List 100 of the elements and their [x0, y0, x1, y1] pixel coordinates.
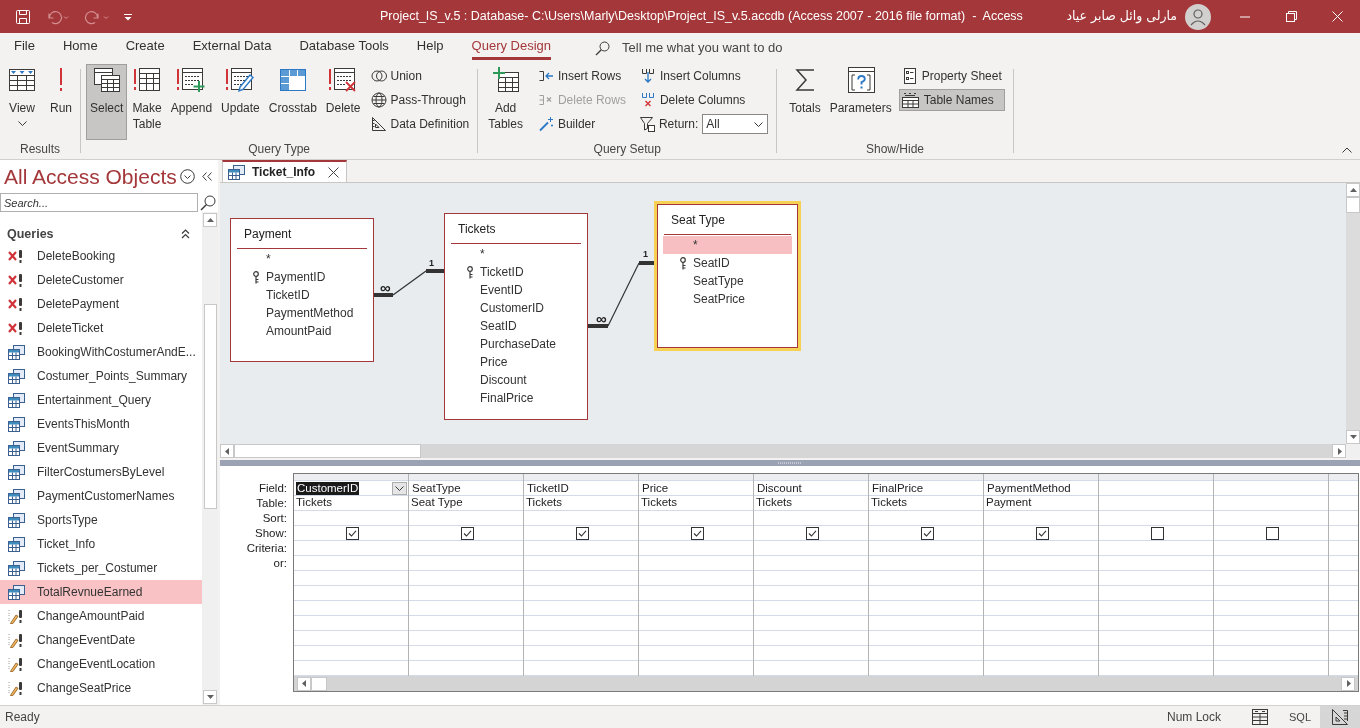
return-dropdown[interactable]: All: [702, 114, 769, 134]
builder-button[interactable]: Builder: [534, 113, 629, 135]
horizontal-scrollbar[interactable]: [294, 676, 1358, 691]
field-row[interactable]: SeatPrice: [663, 290, 792, 308]
search-field[interactable]: Search...: [0, 193, 198, 212]
query-list-item[interactable]: FilterCostumersByLevel: [0, 460, 202, 484]
crosstab-button[interactable]: Crosstab: [264, 64, 321, 140]
checkbox[interactable]: [460, 526, 474, 540]
field-row[interactable]: Discount: [450, 371, 582, 389]
menu-tab[interactable]: Query Design: [457, 33, 566, 63]
pass-through-button[interactable]: Pass-Through: [367, 89, 473, 111]
group-header[interactable]: Queries: [0, 224, 202, 244]
property-sheet-button[interactable]: Property Sheet: [898, 65, 1005, 87]
scrollbar-thumb[interactable]: [311, 676, 327, 691]
data-definition-button[interactable]: Data Definition: [367, 113, 473, 135]
field-row[interactable]: *: [236, 250, 368, 268]
table-box[interactable]: Seat Type * SeatID SeatType SeatPrice: [657, 204, 798, 348]
parameters-button[interactable]: Parameters: [825, 64, 896, 140]
menu-tab[interactable]: Database Tools: [285, 33, 403, 63]
delete-query-button[interactable]: Delete: [321, 64, 365, 140]
scroll-up-button[interactable]: [203, 213, 217, 227]
field-row[interactable]: PaymentMethod: [236, 304, 368, 322]
query-list-item[interactable]: Tickets_per_Costumer: [0, 556, 202, 580]
menu-tab[interactable]: Help: [402, 33, 458, 63]
field-row[interactable]: PaymentID: [236, 268, 368, 286]
query-list-item[interactable]: ChangeEventLocation: [0, 652, 202, 676]
field-cell[interactable]: Price: [639, 481, 753, 496]
field-dropdown-button[interactable]: [392, 481, 407, 495]
query-list-item[interactable]: DeleteCustomer: [0, 268, 202, 292]
delete-columns-button[interactable]: Delete Columns: [636, 89, 771, 111]
query-list-item[interactable]: Costumer_Points_Summary: [0, 364, 202, 388]
field-cell[interactable]: Discount: [754, 481, 868, 496]
field-row[interactable]: CustomerID: [450, 299, 582, 317]
scroll-down-button[interactable]: [203, 690, 217, 704]
checkbox[interactable]: [1150, 526, 1164, 540]
table-box[interactable]: Payment * PaymentID TicketID PaymentMethod AmountPaid: [230, 218, 374, 362]
field-cell[interactable]: SeatType: [409, 481, 523, 496]
checkbox[interactable]: [920, 526, 934, 540]
field-row[interactable]: TicketID: [236, 286, 368, 304]
table-cell[interactable]: Seat Type: [409, 496, 523, 511]
column-selector[interactable]: [1214, 474, 1328, 481]
menu-tab[interactable]: Create: [111, 33, 179, 63]
checkbox[interactable]: [1035, 526, 1049, 540]
field-cell[interactable]: PaymentMethod: [984, 481, 1098, 496]
checkbox[interactable]: [690, 526, 704, 540]
view-button[interactable]: View: [4, 64, 40, 140]
query-list-item[interactable]: ChangeSeatPrice: [0, 676, 202, 700]
column-selector[interactable]: [869, 474, 983, 481]
design-view-button[interactable]: [1320, 706, 1360, 728]
table-cell[interactable]: Tickets: [524, 496, 638, 511]
scroll-up-button[interactable]: [1346, 183, 1360, 197]
add-tables-button[interactable]: Add Tables: [484, 64, 527, 140]
field-row[interactable]: SeatType: [663, 272, 792, 290]
menu-tab[interactable]: Home: [48, 33, 112, 63]
scrollbar-thumb[interactable]: [234, 444, 421, 458]
run-button[interactable]: Run: [46, 64, 76, 140]
pane-menu-button[interactable]: [179, 168, 195, 185]
vertical-scrollbar[interactable]: [1346, 183, 1360, 444]
query-list-item[interactable]: DeleteTicket: [0, 316, 202, 340]
union-button[interactable]: Union: [367, 65, 473, 87]
column-selector[interactable]: [639, 474, 753, 481]
checkbox[interactable]: [805, 526, 819, 540]
field-cell[interactable]: FinalPrice: [869, 481, 983, 496]
checkbox[interactable]: [575, 526, 589, 540]
update-button[interactable]: Update: [217, 64, 264, 140]
field-cell[interactable]: TicketID: [524, 481, 638, 496]
query-list-item[interactable]: ChangeAmountPaid: [0, 604, 202, 628]
document-tab[interactable]: Ticket_Info: [222, 160, 348, 182]
insert-columns-button[interactable]: Insert Columns: [636, 65, 771, 87]
query-list-item[interactable]: Ticket_Info: [0, 532, 202, 556]
scroll-left-button[interactable]: [297, 676, 311, 691]
query-list-item[interactable]: DeletePayment: [0, 292, 202, 316]
table-box[interactable]: Tickets * TicketID EventID CustomerID SeatID PurchaseDate Price Discount FinalPrice: [444, 213, 588, 420]
scrollbar-thumb[interactable]: [1346, 197, 1360, 213]
table-cell[interactable]: Tickets: [869, 496, 983, 511]
query-list-item[interactable]: DeleteBooking: [0, 244, 202, 268]
query-list-item[interactable]: BookingWithCostumerAndE...: [0, 340, 202, 364]
insert-rows-button[interactable]: Insert Rows: [534, 65, 629, 87]
query-list-item[interactable]: Entertainment_Query: [0, 388, 202, 412]
query-list-item[interactable]: EventsThisMonth: [0, 412, 202, 436]
field-row[interactable]: SeatID: [663, 254, 792, 272]
totals-button[interactable]: Totals: [785, 64, 825, 140]
column-selector[interactable]: [1329, 474, 1358, 481]
close-tab-button[interactable]: [326, 165, 341, 179]
field-row[interactable]: Price: [450, 353, 582, 371]
scrollbar-thumb[interactable]: [203, 304, 217, 509]
checkbox[interactable]: [1265, 526, 1279, 540]
column-selector[interactable]: [754, 474, 868, 481]
table-cell[interactable]: Tickets: [639, 496, 753, 511]
query-list-item[interactable]: SportsType: [0, 508, 202, 532]
append-button[interactable]: Append: [166, 64, 217, 140]
query-list-item[interactable]: EventSummary: [0, 436, 202, 460]
column-selector[interactable]: [524, 474, 638, 481]
field-row[interactable]: PurchaseDate: [450, 335, 582, 353]
scroll-down-button[interactable]: [1346, 430, 1360, 444]
menu-tab[interactable]: File: [0, 33, 49, 63]
scroll-right-button[interactable]: [1332, 444, 1346, 458]
search-button[interactable]: [198, 193, 218, 212]
field-row[interactable]: AmountPaid: [236, 322, 368, 340]
vertical-scrollbar[interactable]: [202, 212, 218, 705]
